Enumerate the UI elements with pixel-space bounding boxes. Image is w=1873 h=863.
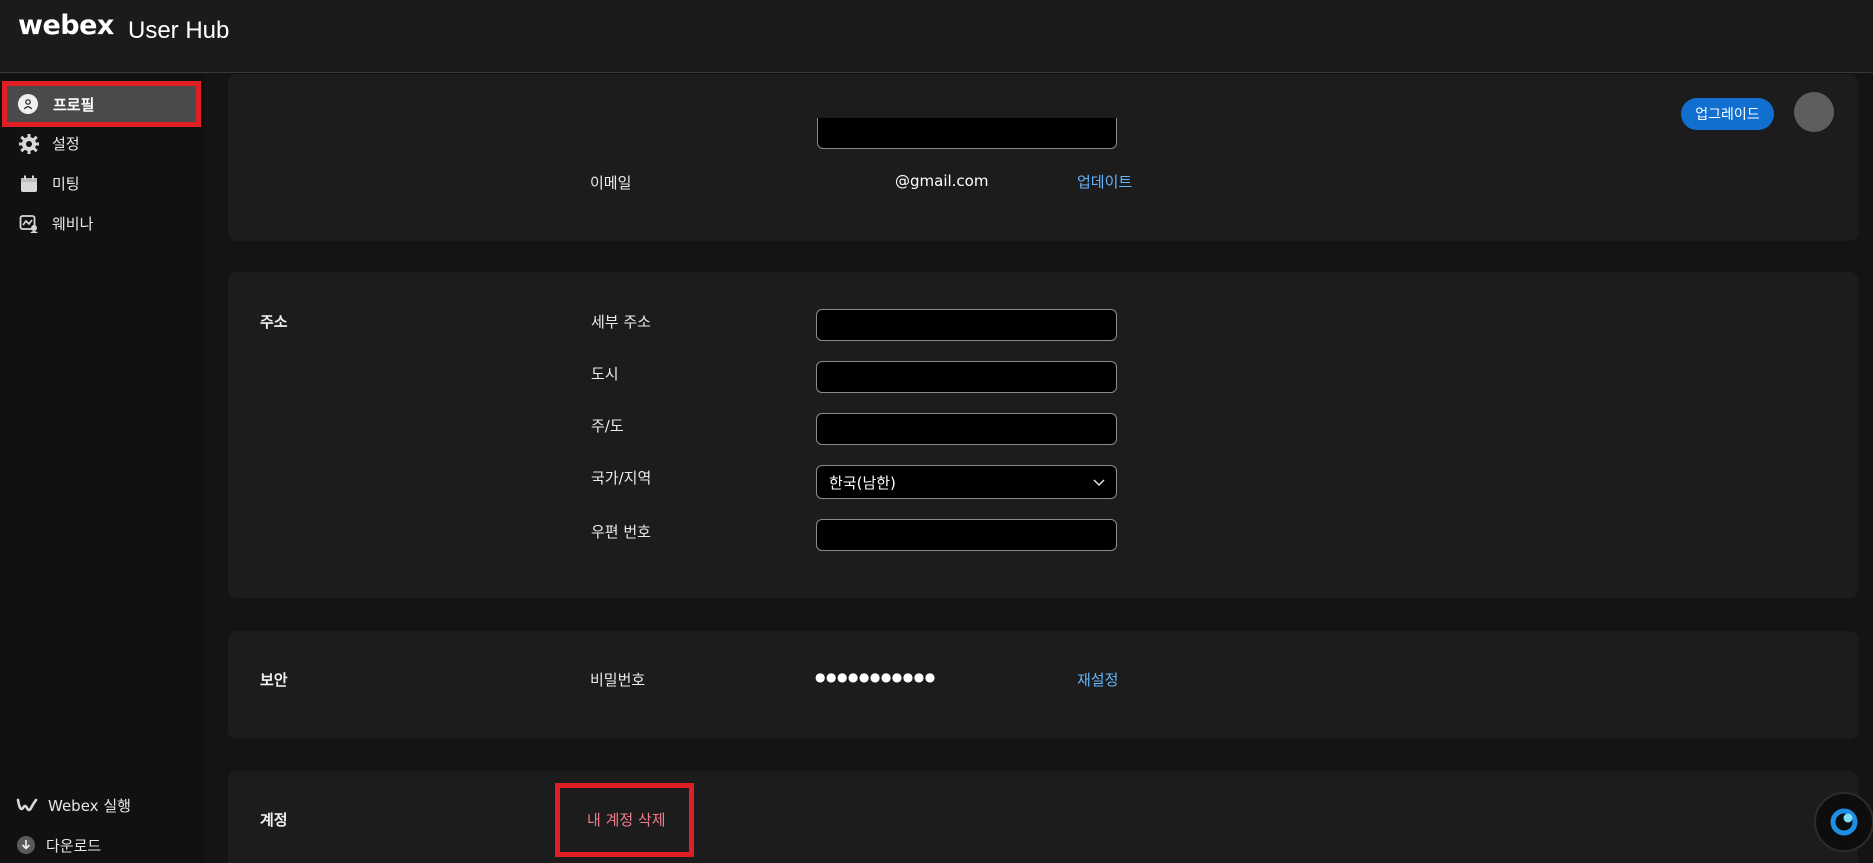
- download-link[interactable]: 다운로드: [16, 832, 101, 858]
- address-section-title: 주소: [260, 313, 288, 331]
- webinar-icon: [18, 213, 40, 235]
- email-label: 이메일: [590, 174, 632, 192]
- country-select[interactable]: 한국(남한): [816, 465, 1117, 499]
- calendar-icon: [18, 173, 40, 195]
- download-label: 다운로드: [46, 836, 102, 855]
- brand-logo[interactable]: webex: [18, 10, 114, 41]
- state-label: 주/도: [591, 417, 624, 435]
- help-assistant-button[interactable]: [1814, 792, 1873, 852]
- email-value: @gmail.com: [895, 172, 989, 190]
- sidebar-item-label: 설정: [52, 135, 80, 153]
- avatar[interactable]: [1794, 92, 1834, 132]
- state-input[interactable]: [816, 413, 1117, 445]
- city-input[interactable]: [816, 361, 1117, 393]
- sidebar-item-label: 미팅: [52, 175, 80, 193]
- launch-webex-label: Webex 실행: [48, 796, 131, 815]
- contact-card: [228, 74, 1858, 241]
- sidebar-item-meetings[interactable]: 미팅: [0, 163, 200, 203]
- password-mask: ●●●●●●●●●●●: [815, 670, 936, 684]
- postal-input[interactable]: [816, 519, 1117, 551]
- security-section-title: 보안: [260, 671, 288, 689]
- webex-logo-icon: [16, 796, 38, 814]
- city-label: 도시: [591, 365, 619, 383]
- delete-account-link[interactable]: 내 계정 삭제: [587, 809, 666, 830]
- detail-address-input[interactable]: [816, 309, 1117, 341]
- upgrade-button[interactable]: 업그레이드: [1681, 98, 1774, 130]
- update-email-link[interactable]: 업데이트: [1077, 171, 1132, 192]
- sidebar-item-label: 웨비나: [52, 215, 94, 233]
- app-title: User Hub: [128, 17, 230, 44]
- account-section-title: 계정: [260, 811, 288, 829]
- sidebar-item-webinars[interactable]: 웨비나: [0, 203, 200, 243]
- password-label: 비밀번호: [590, 671, 646, 689]
- launch-webex-link[interactable]: Webex 실행: [16, 792, 131, 818]
- name-field-partial[interactable]: [817, 118, 1117, 149]
- reset-password-link[interactable]: 재설정: [1077, 669, 1118, 690]
- detail-address-label: 세부 주소: [591, 313, 651, 331]
- country-label: 국가/지역: [591, 469, 652, 487]
- assistant-icon: [1829, 807, 1859, 837]
- sidebar-item-label: 프로필: [53, 96, 95, 114]
- sidebar-item-profile[interactable]: 프로필: [2, 81, 201, 127]
- account-card: [228, 771, 1858, 863]
- top-bar: webex User Hub: [0, 0, 1873, 73]
- gear-icon: [18, 133, 40, 155]
- postal-label: 우편 번호: [591, 523, 651, 541]
- chevron-down-icon: [1092, 475, 1106, 493]
- country-selected-value: 한국(남한): [829, 473, 896, 492]
- download-icon: [16, 835, 36, 855]
- profile-icon: [18, 94, 38, 114]
- security-card: [228, 631, 1858, 739]
- sidebar-item-settings[interactable]: 설정: [0, 123, 200, 163]
